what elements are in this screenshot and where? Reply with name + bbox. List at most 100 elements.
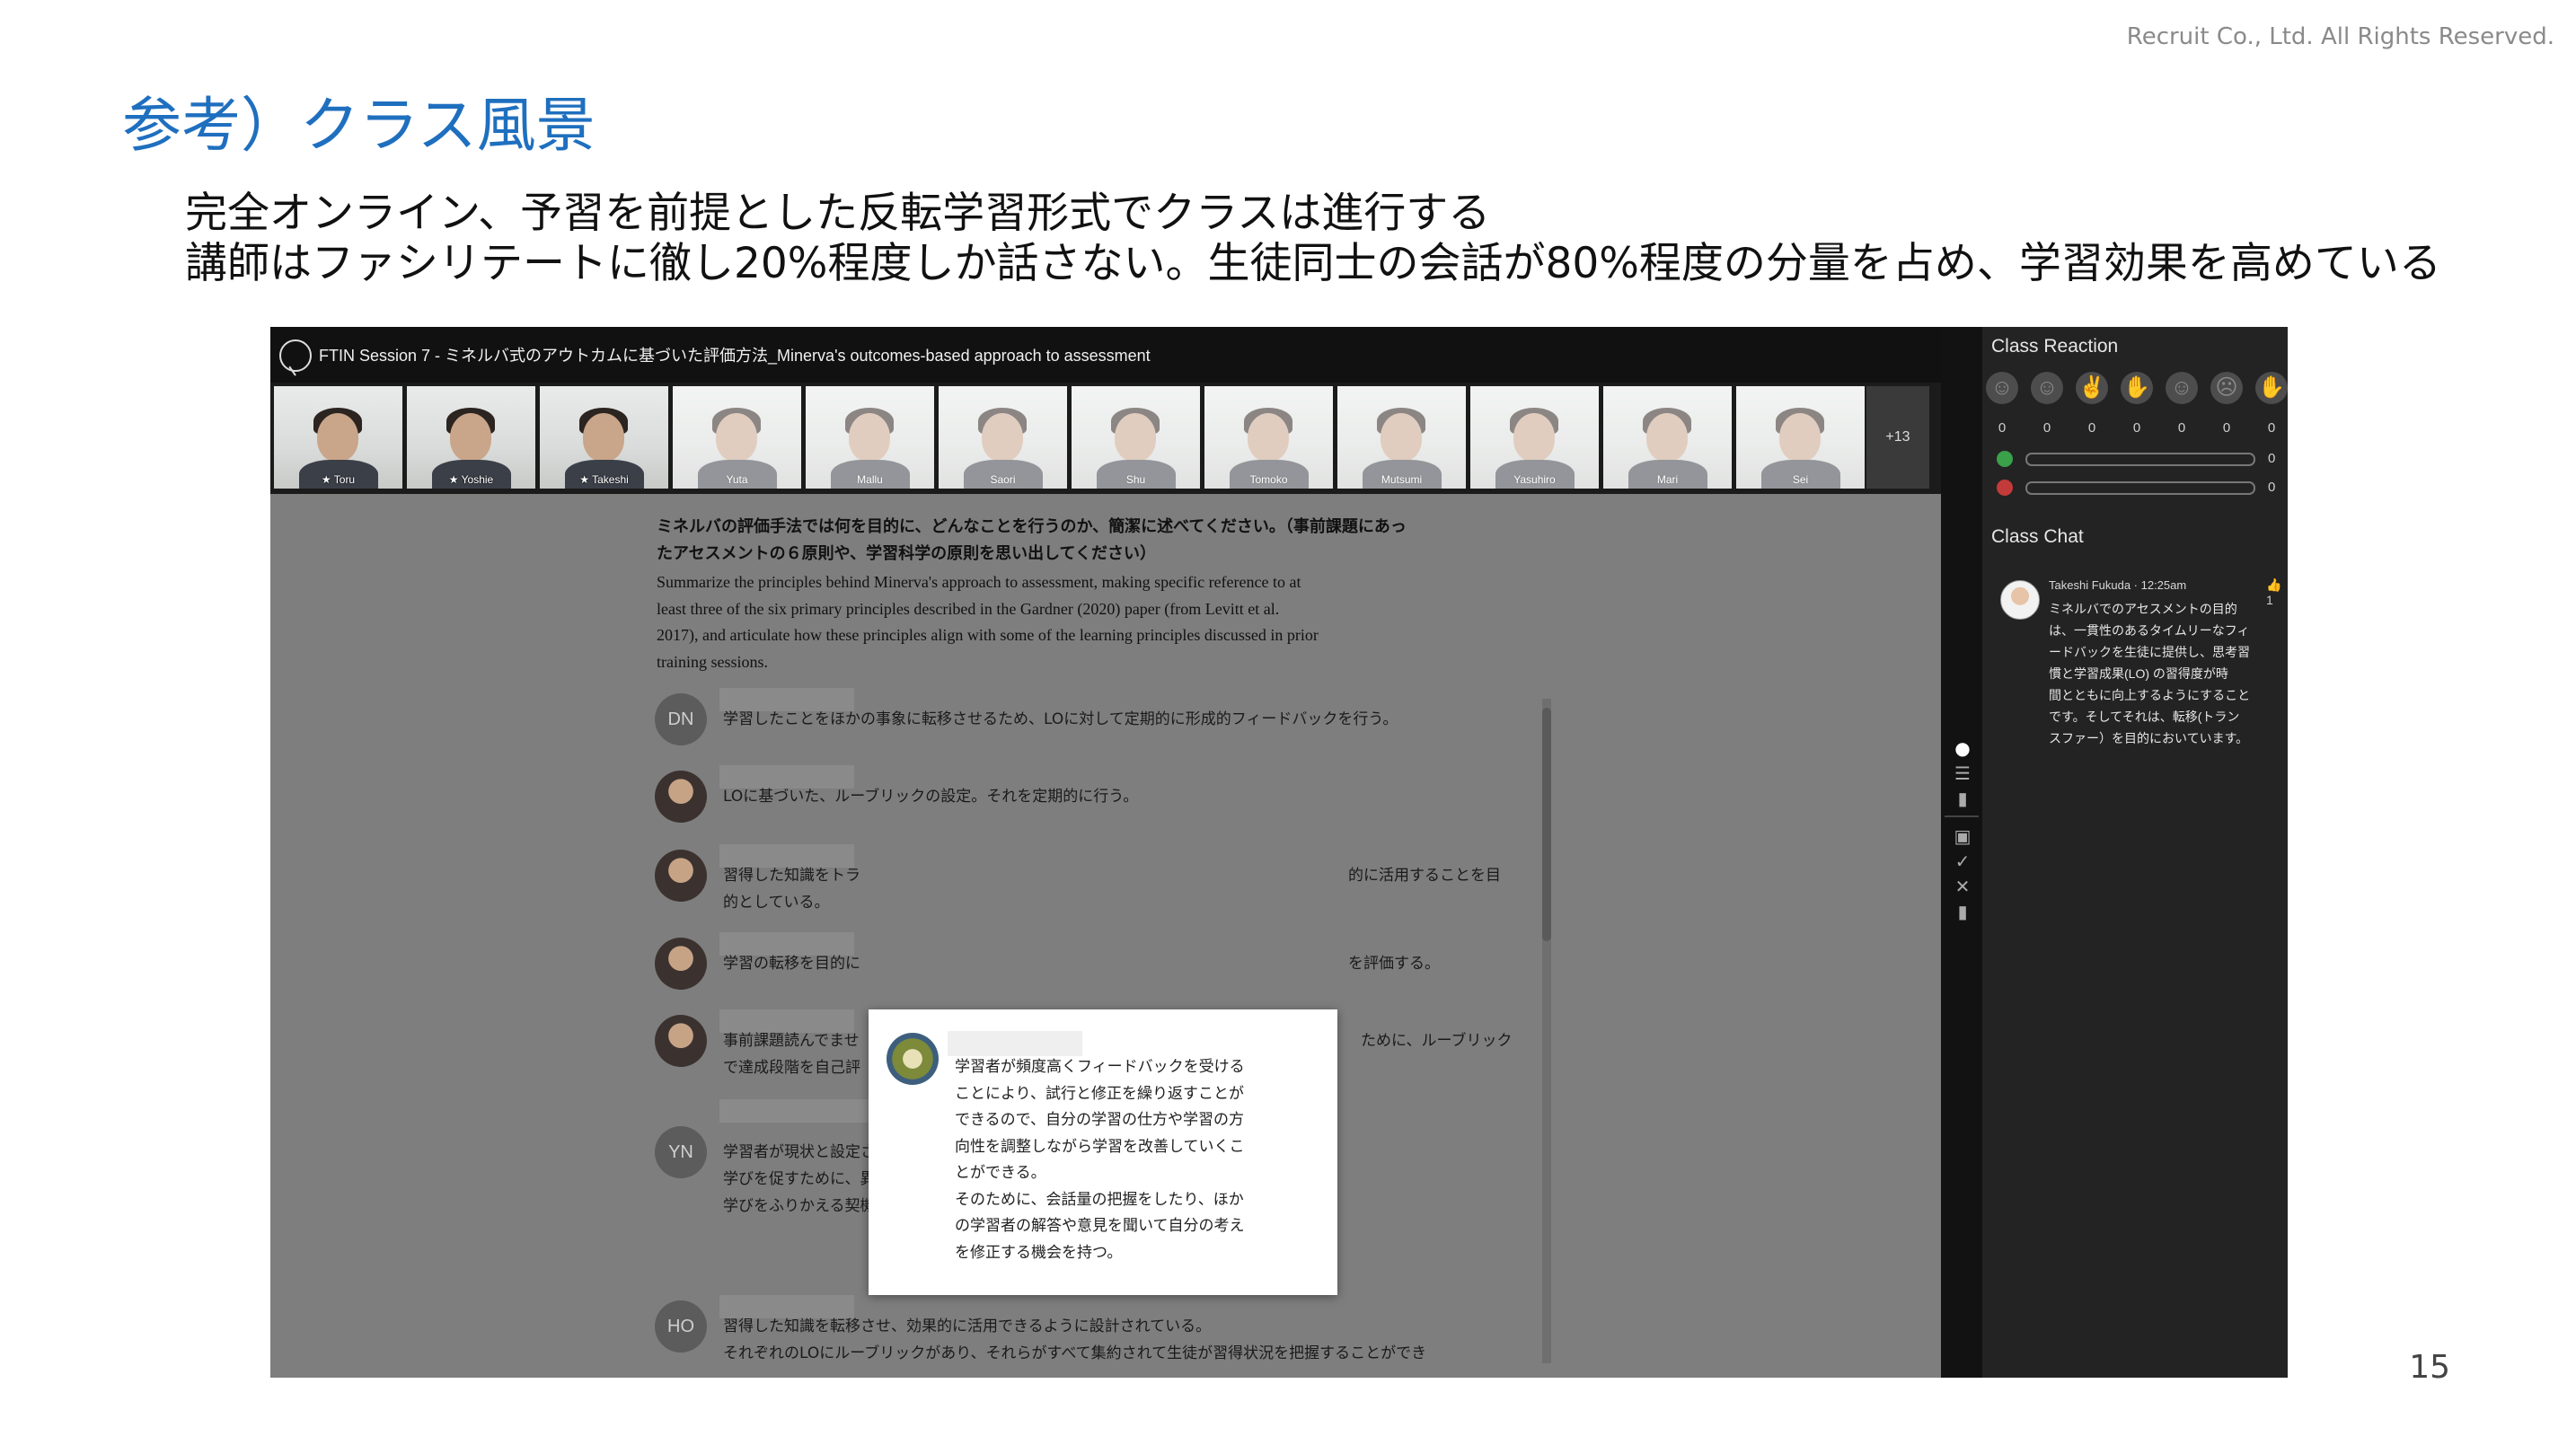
- body: [1495, 460, 1575, 489]
- chat-icon[interactable]: ●: [1953, 738, 1972, 758]
- video-background: [939, 386, 1067, 489]
- comment-text: 習得した知識をトラ: [723, 867, 860, 885]
- participant-name: Yasuhiro: [1513, 473, 1556, 486]
- reaction-count: 0: [2177, 420, 2186, 436]
- comment-scrollbar[interactable]: [1542, 699, 1551, 1363]
- comment-text: を評価する。: [1348, 955, 1440, 973]
- chat-heading: Class Chat: [1991, 526, 2084, 547]
- folder-icon[interactable]: ▮: [1953, 789, 1972, 808]
- comment-text: 学習の転移を目的に: [723, 955, 860, 973]
- check-icon[interactable]: ✓: [1953, 851, 1972, 871]
- comment-text: 習得した知識を転移させ、効果的に活用できるように設計されている。: [723, 1317, 1212, 1335]
- hair: [1377, 408, 1425, 435]
- thumbs-up-reaction-icon[interactable]: ✌: [2076, 372, 2108, 404]
- surprised-reaction-icon[interactable]: ☹: [2210, 372, 2243, 404]
- video-background: [1072, 386, 1200, 489]
- close-icon[interactable]: ✕: [1953, 877, 1972, 896]
- avatar: DN: [655, 693, 707, 745]
- hair: [978, 408, 1027, 435]
- vote-no-icon[interactable]: [1997, 480, 2013, 496]
- body: [1230, 460, 1309, 489]
- chat-message: ミネルバでのアセスメントの目的 は、一貫性のあるタイムリーなフィ ードバックを生徒に…: [2049, 598, 2250, 749]
- chat-line: です。そしてそれは、転移(トラン: [2049, 709, 2240, 724]
- comment-text: それぞれのLOにルーブリックがあり、それらがすべて集約されて生徒が習得状況を把握…: [723, 1344, 1427, 1362]
- participant-name: Saori: [990, 473, 1016, 486]
- video-background: [1470, 386, 1599, 489]
- question-en-line: 2017), and articulate how these principl…: [657, 626, 1319, 644]
- bookmark-icon[interactable]: ▮: [1953, 902, 1972, 921]
- sidebar-toolbar: ● ☰ ▮ ▣ ✓ ✕ ▮: [1941, 327, 1982, 1378]
- avatar: [655, 850, 707, 902]
- chat-line: 間とともに向上するようにすること: [2049, 688, 2251, 702]
- reaction-count: 0: [2222, 420, 2231, 436]
- question-en-line: least three of the six primary principle…: [657, 599, 1280, 618]
- smile-reaction-icon[interactable]: ☺: [1986, 372, 2018, 404]
- neutral-reaction-icon[interactable]: ☺: [2031, 372, 2063, 404]
- participant-tile[interactable]: Mutsumi: [1337, 386, 1466, 489]
- body: [831, 460, 910, 489]
- popup-line: 向性を調整しながら学習を改善していくこ: [955, 1137, 1245, 1156]
- popup-line: ことにより、試行と修正を繰り返すことが: [955, 1084, 1244, 1103]
- reaction-heading: Class Reaction: [1991, 336, 2119, 357]
- participant-tile[interactable]: Yasuhiro: [1470, 386, 1599, 489]
- laugh-reaction-icon[interactable]: ☺: [2166, 372, 2198, 404]
- participant-name: Sei: [1792, 473, 1809, 486]
- question-ja-line: たアセスメントの６原則や、学習科学の原則を思い出してください）: [657, 544, 1157, 563]
- popup-text: 学習者が頻度高くフィードバックを受ける ことにより、試行と修正を繰り返すことが でき…: [955, 1054, 1245, 1266]
- body: [698, 460, 777, 489]
- copyright: Recruit Co., Ltd. All Rights Reserved.: [2126, 23, 2554, 50]
- face: [1248, 413, 1289, 462]
- participant-tile[interactable]: ★ Toru: [274, 386, 402, 489]
- classroom-screenshot: FTIN Session 7 - ミネルバ式のアウトカムに基づいた評価方法_Mi…: [270, 327, 2288, 1378]
- body: [964, 460, 1043, 489]
- reaction-count: 0: [2267, 420, 2276, 436]
- list-icon[interactable]: ☰: [1953, 763, 1972, 783]
- vote-yes-icon[interactable]: [1997, 451, 2013, 467]
- participant-name: Mari: [1656, 473, 1679, 486]
- avatar: HO: [655, 1300, 707, 1353]
- avatar: YN: [655, 1126, 707, 1178]
- participant-tile[interactable]: Sei: [1736, 386, 1865, 489]
- participant-name: Mutsumi: [1381, 473, 1423, 486]
- face: [849, 413, 890, 462]
- participant-name: Shu: [1125, 473, 1146, 486]
- comment-text: で達成段階を自己評: [723, 1059, 860, 1077]
- participant-tile[interactable]: Mallu: [806, 386, 934, 489]
- popup-line: を修正する機会を持つ。: [955, 1243, 1123, 1262]
- participant-tile[interactable]: ★ Yoshie: [407, 386, 535, 489]
- participant-tile[interactable]: Mari: [1603, 386, 1732, 489]
- hair: [1111, 408, 1160, 435]
- divider: [1945, 815, 1979, 817]
- participant-tile[interactable]: Saori: [939, 386, 1067, 489]
- like-count[interactable]: 👍1: [2266, 577, 2288, 607]
- participant-tile[interactable]: Shu: [1072, 386, 1200, 489]
- chat-line: ミネルバでのアセスメントの目的: [2049, 602, 2237, 616]
- avatar: [655, 938, 707, 990]
- participant-name: Tomoko: [1249, 473, 1288, 486]
- participant-tile[interactable]: Tomoko: [1204, 386, 1333, 489]
- more-participants-button[interactable]: +13: [1866, 386, 1929, 489]
- hair: [1643, 408, 1691, 435]
- face: [317, 413, 358, 462]
- comment-text: 的としている。: [723, 894, 830, 912]
- body: [1097, 460, 1176, 489]
- face: [1646, 413, 1688, 462]
- participant-tile[interactable]: ★ Takeshi: [540, 386, 668, 489]
- video-background: [806, 386, 934, 489]
- window-title: FTIN Session 7 - ミネルバ式のアウトカムに基づいた評価方法_Mi…: [319, 347, 1151, 365]
- face: [1381, 413, 1422, 462]
- right-panel: Class Reaction ☺ 0 ☺ 0 ✌ 0 ✋ 0 ☺ 0 ☹ 0 ✋ 0 0 0 Class C…: [1982, 327, 2288, 1378]
- participant-tile[interactable]: Yuta: [673, 386, 801, 489]
- app-logo-icon: [279, 339, 312, 372]
- reaction-count: 0: [2087, 420, 2096, 436]
- like-number: 1: [2266, 593, 2273, 607]
- answer-popup: 学習者が頻度高くフィードバックを受ける ことにより、試行と修正を繰り返すことが でき…: [869, 1009, 1337, 1295]
- participant-strip: ★ Toru ★ Yoshie ★ Takeshi Yuta Mallu Saori Shu…: [270, 383, 1977, 494]
- raised-hand-reaction-icon[interactable]: ✋: [2121, 372, 2153, 404]
- scroll-thumb[interactable]: [1542, 708, 1551, 941]
- avatar: [2000, 580, 2040, 620]
- clap-reaction-icon[interactable]: ✋: [2255, 372, 2288, 404]
- vote-count: 0: [2268, 480, 2276, 495]
- monitor-icon[interactable]: ▣: [1953, 826, 1972, 846]
- reaction-count: 0: [2042, 420, 2051, 436]
